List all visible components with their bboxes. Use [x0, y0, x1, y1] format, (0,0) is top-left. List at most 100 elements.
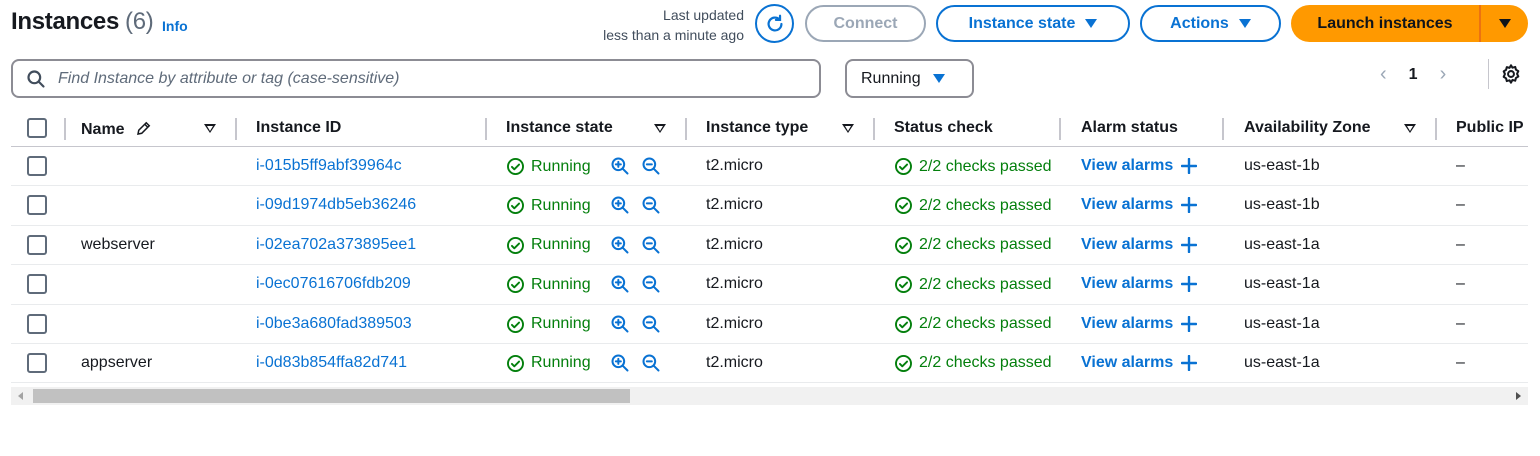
- table-row[interactable]: i-0ec07616706fdb209 Running t2.micro 2/2 ch…: [11, 265, 1528, 305]
- chevron-left-icon[interactable]: ‹: [1380, 63, 1387, 86]
- scrollbar-thumb[interactable]: [33, 389, 630, 403]
- state-filter-select[interactable]: Running: [845, 59, 974, 98]
- sort-icon[interactable]: [204, 124, 216, 133]
- instance-name: webserver: [81, 235, 155, 253]
- view-alarms-link[interactable]: View alarms: [1081, 275, 1198, 293]
- horizontal-scrollbar[interactable]: [11, 387, 1528, 405]
- view-alarms-link[interactable]: View alarms: [1081, 315, 1198, 333]
- instance-id-link[interactable]: i-015b5ff9abf39964c: [256, 157, 402, 175]
- page-number[interactable]: 1: [1409, 66, 1418, 84]
- check-circle-icon: [895, 315, 912, 333]
- view-alarms-link[interactable]: View alarms: [1081, 157, 1198, 175]
- view-alarms-link[interactable]: View alarms: [1081, 196, 1198, 214]
- public-ip: –: [1456, 314, 1465, 332]
- public-ip: –: [1456, 353, 1465, 371]
- instance-name: appserver: [81, 353, 153, 371]
- zoom-in-icon[interactable]: [610, 274, 630, 294]
- column-header-public-ip[interactable]: Public IP: [1456, 119, 1524, 137]
- check-circle-icon: [507, 315, 524, 333]
- info-link[interactable]: Info: [162, 18, 188, 34]
- check-circle-icon: [895, 158, 912, 175]
- zoom-in-icon[interactable]: [610, 195, 630, 215]
- sort-icon[interactable]: [654, 124, 666, 133]
- row-checkbox[interactable]: [27, 195, 47, 216]
- search-bar: [11, 59, 821, 98]
- plus-icon: [1181, 158, 1198, 174]
- caret-down-icon: [1085, 19, 1098, 28]
- check-circle-icon: [507, 158, 524, 175]
- check-circle-icon: [895, 354, 912, 372]
- row-checkbox[interactable]: [27, 234, 47, 255]
- instance-state-button[interactable]: Instance state: [936, 5, 1130, 42]
- status-check: 2/2 checks passed: [894, 196, 1062, 215]
- column-header-instance-type[interactable]: Instance type: [706, 119, 808, 137]
- column-header-availability-zone[interactable]: Availability Zone: [1244, 119, 1371, 137]
- actions-button[interactable]: Actions: [1140, 5, 1281, 42]
- column-header-name[interactable]: Name: [81, 119, 153, 139]
- instances-table: Name Instance ID Instance state Instance…: [11, 110, 1528, 384]
- table-row[interactable]: appserver i-0d83b854ffa82d741 Running t2.mi…: [11, 344, 1528, 384]
- zoom-in-icon[interactable]: [610, 156, 630, 176]
- column-divider: [64, 118, 66, 140]
- view-alarms-link[interactable]: View alarms: [1081, 354, 1198, 372]
- column-header-alarm-status[interactable]: Alarm status: [1081, 119, 1178, 137]
- zoom-in-icon[interactable]: [610, 314, 630, 334]
- zoom-out-icon[interactable]: [641, 274, 661, 294]
- view-alarms-link[interactable]: View alarms: [1081, 236, 1198, 254]
- instance-type: t2.micro: [706, 314, 763, 332]
- row-checkbox[interactable]: [27, 156, 47, 176]
- row-checkbox[interactable]: [27, 274, 47, 295]
- sort-icon[interactable]: [842, 124, 854, 133]
- gear-icon[interactable]: [1500, 63, 1522, 85]
- chevron-right-icon[interactable]: ›: [1440, 63, 1447, 86]
- check-circle-icon: [895, 197, 912, 215]
- column-header-instance-id[interactable]: Instance ID: [256, 119, 341, 137]
- zoom-out-icon[interactable]: [641, 156, 661, 176]
- instance-id-link[interactable]: i-0ec07616706fdb209: [256, 275, 411, 293]
- row-checkbox[interactable]: [27, 313, 47, 334]
- instance-type: t2.micro: [706, 235, 763, 253]
- check-circle-icon: [507, 236, 524, 254]
- sort-icon[interactable]: [1404, 124, 1416, 133]
- connect-button[interactable]: Connect: [805, 5, 926, 42]
- check-circle-icon: [895, 276, 912, 294]
- plus-icon: [1181, 197, 1198, 214]
- column-divider: [1222, 118, 1224, 140]
- instance-id-link[interactable]: i-0be3a680fad389503: [256, 315, 412, 333]
- row-checkbox[interactable]: [27, 352, 47, 373]
- launch-instances-button[interactable]: Launch instances: [1291, 5, 1481, 42]
- zoom-out-icon[interactable]: [641, 314, 661, 334]
- zoom-out-icon[interactable]: [641, 195, 661, 215]
- zoom-in-icon[interactable]: [610, 353, 630, 373]
- table-row[interactable]: i-0be3a680fad389503 Running t2.micro 2/2 ch…: [11, 305, 1528, 344]
- select-all-checkbox[interactable]: [27, 118, 47, 138]
- edit-icon: [137, 121, 151, 135]
- last-updated: Last updated less than a minute ago: [603, 5, 744, 45]
- launch-instances-split-button: Launch instances: [1291, 5, 1528, 42]
- instance-id-link[interactable]: i-09d1974db5eb36246: [256, 196, 416, 214]
- instance-id-link[interactable]: i-02ea702a373895ee1: [256, 236, 416, 254]
- scroll-right-arrow[interactable]: [1516, 392, 1521, 400]
- table-row[interactable]: i-09d1974db5eb36246 Running t2.micro 2/2 ch…: [11, 186, 1528, 226]
- check-circle-icon: [895, 236, 912, 254]
- instance-count: (6): [125, 8, 154, 35]
- check-circle-icon: [507, 197, 524, 215]
- instance-id-link[interactable]: i-0d83b854ffa82d741: [256, 354, 407, 372]
- zoom-out-icon[interactable]: [641, 353, 661, 373]
- search-input[interactable]: [58, 69, 798, 88]
- refresh-button[interactable]: [755, 4, 794, 43]
- pagination: ‹ 1 ›: [1380, 63, 1446, 86]
- zoom-in-icon[interactable]: [610, 235, 630, 255]
- zoom-out-icon[interactable]: [641, 235, 661, 255]
- table-row[interactable]: i-015b5ff9abf39964c Running t2.micro 2/2 ch…: [11, 147, 1528, 187]
- column-header-status-check[interactable]: Status check: [894, 119, 993, 137]
- column-divider: [485, 118, 487, 140]
- launch-dropdown-button[interactable]: [1481, 5, 1528, 42]
- table-row[interactable]: webserver i-02ea702a373895ee1 Running t2.mi…: [11, 226, 1528, 266]
- availability-zone: us-east-1b: [1244, 196, 1320, 214]
- column-header-instance-state[interactable]: Instance state: [506, 119, 613, 137]
- availability-zone: us-east-1b: [1244, 157, 1320, 174]
- instance-state: Running: [506, 196, 591, 215]
- column-divider: [1059, 118, 1061, 140]
- scroll-left-arrow[interactable]: [18, 392, 23, 400]
